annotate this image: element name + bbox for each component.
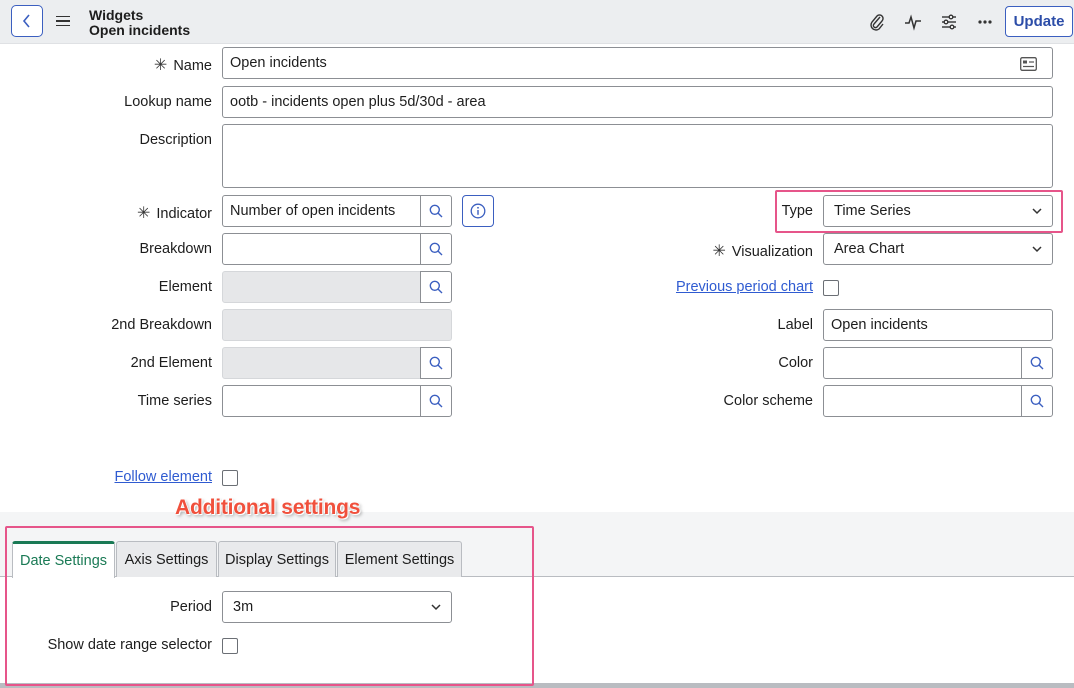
visualization-select[interactable]: Area Chart [823, 233, 1053, 265]
name-label: ✳ Name [153, 57, 212, 74]
form-title: Widgets [89, 7, 144, 23]
indicator-search-button[interactable] [420, 195, 452, 227]
type-label: Type [781, 203, 813, 219]
date-settings-panel [0, 576, 1074, 688]
record-title: Open incidents [89, 22, 191, 38]
second-element-field[interactable] [222, 347, 421, 379]
tab-axis-settings[interactable]: Axis Settings [116, 541, 217, 577]
lookup-name-label: Lookup name [124, 94, 212, 110]
menu-icon[interactable] [56, 13, 70, 29]
description-textarea[interactable] [222, 124, 1053, 188]
breakdown-field[interactable] [222, 233, 421, 265]
second-breakdown-field[interactable] [222, 309, 452, 341]
lookup-name-field[interactable]: ootb - incidents open plus 5d/30d - area [222, 86, 1053, 118]
chevron-down-icon [1032, 245, 1042, 252]
search-icon [429, 356, 443, 370]
element-label: Element [158, 279, 212, 295]
indicator-label: ✳ Indicator [136, 205, 212, 222]
tab-element-settings[interactable]: Element Settings [337, 541, 462, 577]
form-header: Widgets Open incidents Update [0, 0, 1074, 44]
second-element-search-button[interactable] [420, 347, 452, 379]
type-select[interactable]: Time Series [823, 195, 1053, 227]
chevron-down-icon [431, 603, 441, 610]
tab-display-settings[interactable]: Display Settings [218, 541, 336, 577]
form-card-icon[interactable] [1020, 57, 1037, 71]
additional-settings-annotation: Additional settings [175, 496, 361, 519]
time-series-field[interactable] [222, 385, 421, 417]
period-label: Period [170, 599, 212, 615]
chart-label-label: Label [777, 317, 813, 333]
color-field[interactable] [823, 347, 1022, 379]
previous-period-chart-link[interactable]: Previous period chart [676, 279, 813, 295]
name-field[interactable]: Open incidents [222, 47, 1053, 79]
color-scheme-label: Color scheme [723, 393, 813, 409]
show-date-range-selector-checkbox[interactable] [222, 638, 238, 654]
activity-icon[interactable] [902, 11, 924, 33]
second-breakdown-label: 2nd Breakdown [111, 317, 212, 333]
settings-sliders-icon[interactable] [938, 11, 960, 33]
back-button[interactable] [11, 5, 43, 37]
color-scheme-field[interactable] [823, 385, 1022, 417]
color-label: Color [778, 355, 813, 371]
search-icon [1030, 356, 1044, 370]
search-icon [429, 394, 443, 408]
element-search-button[interactable] [420, 271, 452, 303]
previous-period-chart-checkbox[interactable] [823, 280, 839, 296]
time-series-label: Time series [137, 393, 212, 409]
search-icon [429, 242, 443, 256]
search-icon [429, 280, 443, 294]
breakdown-search-button[interactable] [420, 233, 452, 265]
follow-element-checkbox[interactable] [222, 470, 238, 486]
search-icon [429, 204, 443, 218]
chevron-down-icon [1032, 207, 1042, 214]
bottom-divider [0, 683, 1074, 688]
indicator-info-button[interactable] [462, 195, 494, 227]
chevron-left-icon [22, 14, 30, 28]
update-button[interactable]: Update [1005, 6, 1073, 37]
attachment-icon[interactable] [866, 11, 888, 33]
period-select[interactable]: 3m [222, 591, 452, 623]
element-field[interactable] [222, 271, 421, 303]
search-icon [1030, 394, 1044, 408]
indicator-field[interactable]: Number of open incidents [222, 195, 421, 227]
color-scheme-search-button[interactable] [1021, 385, 1053, 417]
visualization-label: ✳ Visualization [712, 243, 813, 260]
description-label: Description [139, 132, 212, 148]
breakdown-label: Breakdown [139, 241, 212, 257]
color-search-button[interactable] [1021, 347, 1053, 379]
time-series-search-button[interactable] [420, 385, 452, 417]
chart-label-field[interactable]: Open incidents [823, 309, 1053, 341]
more-icon[interactable] [974, 11, 996, 33]
second-element-label: 2nd Element [130, 355, 212, 371]
follow-element-link[interactable]: Follow element [114, 469, 212, 485]
tab-date-settings[interactable]: Date Settings [12, 541, 115, 578]
info-icon [470, 203, 486, 219]
show-date-range-selector-label: Show date range selector [47, 637, 212, 653]
